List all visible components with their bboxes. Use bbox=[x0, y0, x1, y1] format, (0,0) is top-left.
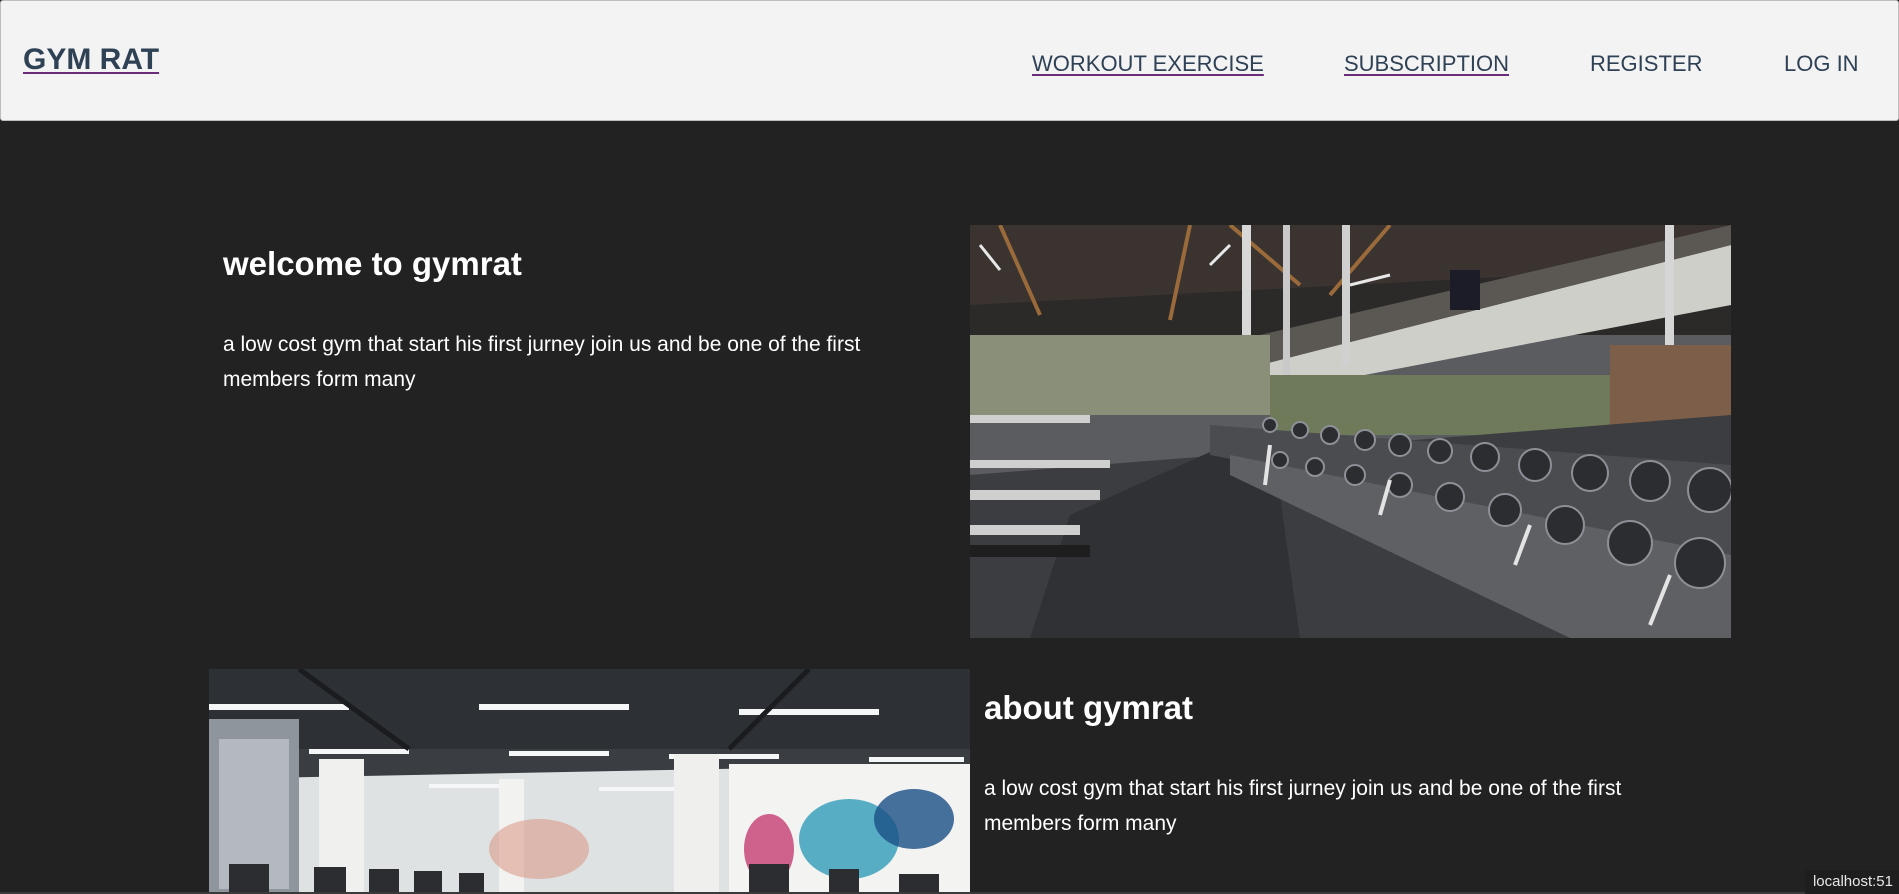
welcome-text: a low cost gym that start his first jurn… bbox=[223, 333, 861, 391]
gym-interior-photo bbox=[209, 669, 970, 894]
nav-workout-exercise[interactable]: WORKOUT EXERCISE bbox=[1032, 51, 1264, 77]
navbar: GYM RAT WORKOUT EXERCISE SUBSCRIPTION RE… bbox=[0, 0, 1899, 121]
nav-register[interactable]: REGISTER bbox=[1590, 51, 1702, 77]
about-text: a low cost gym that start his first jurn… bbox=[984, 777, 1622, 835]
gym-dumbbell-rack-photo bbox=[970, 225, 1731, 638]
about-heading: about gymrat bbox=[984, 689, 1194, 726]
nav-subscription[interactable]: SUBSCRIPTION bbox=[1344, 51, 1509, 77]
logo-link[interactable]: GYM RAT bbox=[23, 43, 159, 77]
status-bar-url: localhost:51 bbox=[1804, 870, 1899, 894]
welcome-heading: welcome to gymrat bbox=[223, 245, 522, 282]
nav-login[interactable]: LOG IN bbox=[1784, 51, 1859, 77]
